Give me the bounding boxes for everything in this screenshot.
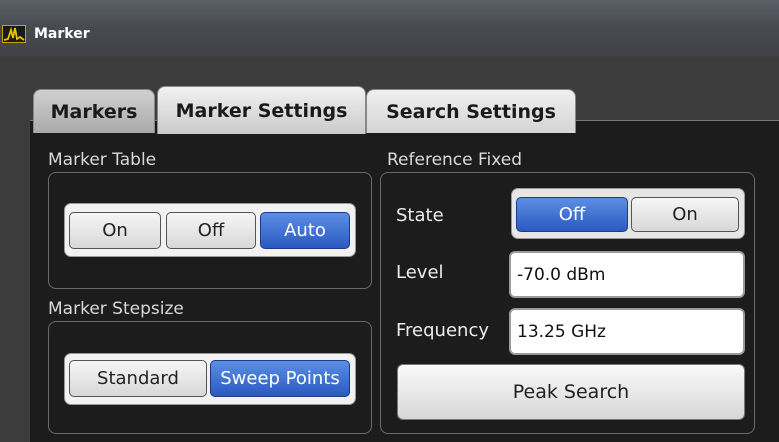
marker-table-auto-button[interactable]: Auto — [260, 212, 350, 249]
window-titlebar: Marker — [0, 0, 779, 57]
marker-table-off-button[interactable]: Off — [166, 212, 256, 249]
stepsize-standard-button[interactable]: Standard — [69, 360, 207, 397]
marker-table-auto-label: Auto — [284, 220, 326, 241]
state-off-button[interactable]: Off — [516, 197, 628, 232]
state-off-label: Off — [558, 204, 586, 225]
marker-table-heading: Marker Table — [48, 150, 157, 170]
tab-marker-settings[interactable]: Marker Settings — [157, 86, 366, 134]
tab-markers-label: Markers — [50, 100, 138, 123]
stepsize-sweep-points-label: Sweep Points — [220, 368, 340, 389]
stepsize-standard-label: Standard — [97, 368, 179, 389]
tab-markers[interactable]: Markers — [33, 89, 155, 133]
marker-table-on-label: On — [102, 220, 128, 241]
window-title: Marker — [34, 26, 90, 42]
state-label: State — [396, 205, 444, 226]
state-on-label: On — [672, 204, 698, 225]
peak-search-button[interactable]: Peak Search — [397, 364, 745, 420]
spectrum-app-icon — [2, 25, 26, 43]
reference-fixed-heading: Reference Fixed — [387, 150, 523, 170]
tab-search-settings[interactable]: Search Settings — [366, 89, 576, 133]
frequency-value: 13.25 GHz — [517, 321, 606, 342]
tab-search-settings-label: Search Settings — [386, 100, 556, 123]
peak-search-label: Peak Search — [512, 381, 630, 403]
tab-marker-settings-label: Marker Settings — [175, 99, 348, 122]
marker-stepsize-heading: Marker Stepsize — [48, 299, 184, 319]
marker-table-on-button[interactable]: On — [69, 212, 161, 249]
level-value: -70.0 dBm — [517, 264, 606, 285]
frequency-label: Frequency — [396, 320, 489, 341]
level-field[interactable]: -70.0 dBm — [509, 251, 745, 298]
state-on-button[interactable]: On — [631, 197, 739, 232]
stepsize-sweep-points-button[interactable]: Sweep Points — [210, 360, 350, 397]
frequency-field[interactable]: 13.25 GHz — [509, 308, 745, 355]
marker-table-off-label: Off — [197, 220, 225, 241]
level-label: Level — [396, 262, 444, 283]
